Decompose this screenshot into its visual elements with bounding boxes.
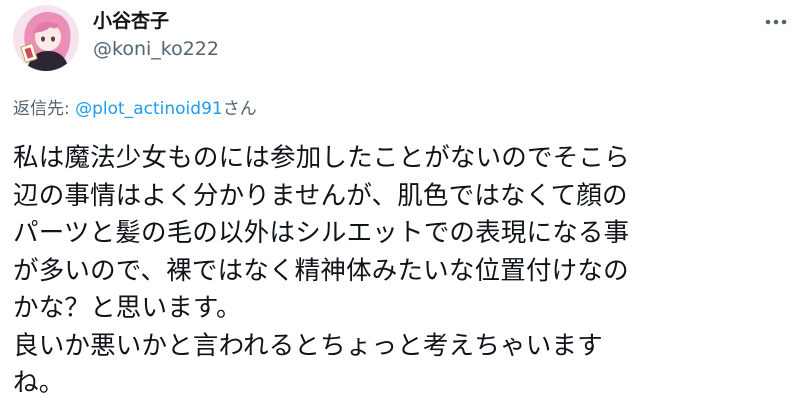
more-options-button[interactable] <box>758 10 794 34</box>
avatar-illustration <box>13 5 79 71</box>
tweet-text-line: かな？と思います。 <box>13 293 242 323</box>
tweet-text-line: 良いか悪いかと言われるとちょっと考えちゃいます <box>13 330 603 361</box>
user-handle[interactable]: @koni_ko222 <box>93 37 219 61</box>
display-name[interactable]: 小谷杏子 <box>93 9 169 33</box>
tweet-text-line: が多いので、裸ではなく精神体みたいな位置付けなの <box>13 255 629 286</box>
reply-suffix: さん <box>222 99 257 119</box>
more-horizontal-icon <box>765 19 787 25</box>
tweet-text: 私は魔法少女ものには参加したことがないのでそこら 辺の事情はよく分かりませんが、… <box>13 140 793 403</box>
reply-mention-link[interactable]: @plot_actinoid91 <box>75 99 223 119</box>
reply-prefix: 返信先: <box>13 99 76 119</box>
tweet-text-line: 私は魔法少女ものには参加したことがないのでそこら <box>13 143 630 173</box>
tweet-card: 小谷杏子 @koni_ko222 返信先: @plot_actinoid91さん… <box>0 0 800 416</box>
tweet-text-line: ね。 <box>13 368 65 398</box>
reply-context: 返信先: @plot_actinoid91さん <box>13 98 257 120</box>
avatar[interactable] <box>13 5 79 71</box>
tweet-text-line: パーツと髪の毛の以外はシルエットでの表現になる事 <box>13 218 630 248</box>
tweet-text-line: 辺の事情はよく分かりませんが、肌色ではなくて顔の <box>13 180 628 211</box>
